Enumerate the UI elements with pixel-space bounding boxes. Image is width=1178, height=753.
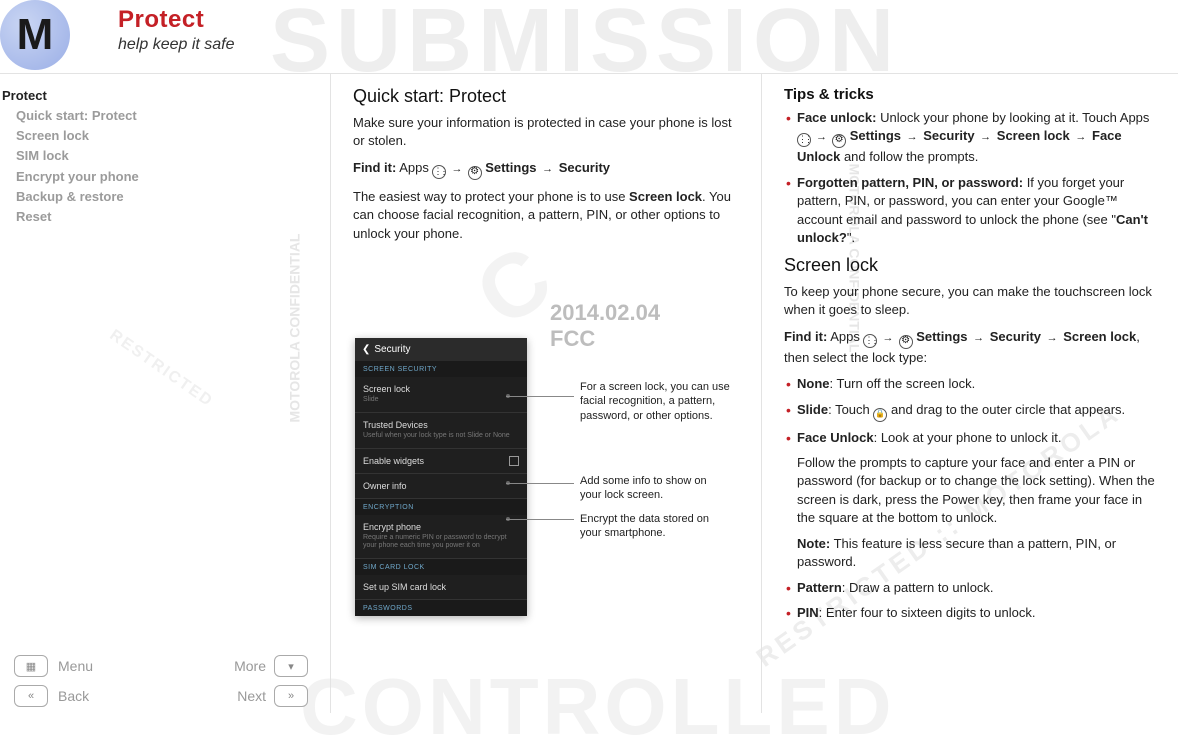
next-button[interactable]: » bbox=[274, 685, 308, 707]
findit-label: Find it: bbox=[353, 160, 396, 175]
tip-face-unlock: Face unlock: Unlock your phone by lookin… bbox=[784, 109, 1156, 167]
findit-security: Security bbox=[555, 160, 610, 175]
text-bold: Screen lock bbox=[629, 189, 702, 204]
text-bold: None bbox=[797, 376, 830, 391]
more-button[interactable]: ▾ bbox=[274, 655, 308, 677]
tips-list: Face unlock: Unlock your phone by lookin… bbox=[784, 109, 1156, 248]
locktype-list: None: Turn off the screen lock. Slide: T… bbox=[784, 375, 1156, 447]
findit-apps-label: Apps bbox=[396, 160, 432, 175]
arrow-icon: → bbox=[1073, 131, 1088, 143]
text: The easiest way to protect your phone is… bbox=[353, 189, 629, 204]
text-bold: Face Unlock bbox=[797, 430, 874, 445]
page-subtitle: help keep it safe bbox=[118, 36, 1178, 54]
menu-button[interactable]: ▦ bbox=[14, 655, 48, 677]
para-screenlock-findit: Find it: Apps → Settings → Security → Sc… bbox=[784, 328, 1156, 367]
gear-icon bbox=[832, 134, 846, 148]
findit-settings: Settings bbox=[482, 160, 541, 175]
text: : Look at your phone to unlock it. bbox=[874, 430, 1062, 445]
para-findit: Find it: Apps → Settings → Security bbox=[353, 159, 739, 180]
toc-item-backup[interactable]: Backup & restore bbox=[2, 187, 320, 207]
arrow-icon: → bbox=[905, 131, 920, 143]
gear-icon bbox=[899, 335, 913, 349]
page-header: M Protect help keep it safe bbox=[0, 0, 1178, 74]
bottom-nav: ▦ Menu More ▾ « Back Next » bbox=[0, 655, 330, 707]
text-bold: PIN bbox=[797, 605, 819, 620]
text: and follow the prompts. bbox=[840, 149, 978, 164]
text: ". bbox=[847, 230, 855, 245]
text-bold: Pattern bbox=[797, 580, 842, 595]
apps-icon bbox=[432, 165, 446, 179]
locktype-none: None: Turn off the screen lock. bbox=[784, 375, 1156, 393]
back-label: Back bbox=[58, 688, 164, 704]
more-label: More bbox=[166, 658, 272, 674]
locktype-list-2: Pattern: Draw a pattern to unlock. PIN: … bbox=[784, 579, 1156, 623]
main-column-right: Tips & tricks Face unlock: Unlock your p… bbox=[762, 74, 1178, 713]
tip-forgotten: Forgotten pattern, PIN, or password: If … bbox=[784, 174, 1156, 248]
menu-label: Menu bbox=[58, 658, 164, 674]
toc-item-screenlock[interactable]: Screen lock bbox=[2, 126, 320, 146]
toc-item-simlock[interactable]: SIM lock bbox=[2, 146, 320, 166]
arrow-icon: → bbox=[811, 131, 832, 143]
apps-icon bbox=[863, 334, 877, 348]
page-title: Protect bbox=[118, 6, 1178, 34]
arrow-icon: → bbox=[540, 163, 555, 175]
para-intro: Make sure your information is protected … bbox=[353, 114, 739, 151]
locktype-slide: Slide: Touch and drag to the outer circl… bbox=[784, 401, 1156, 422]
text-bold: Forgotten pattern, PIN, or password: bbox=[797, 175, 1023, 190]
text-bold: Screen lock bbox=[1060, 329, 1137, 344]
arrow-icon: → bbox=[446, 163, 467, 175]
toc-item-protect[interactable]: Protect bbox=[2, 86, 320, 106]
para-screenlock: The easiest way to protect your phone is… bbox=[353, 188, 739, 243]
text: : Touch bbox=[828, 402, 873, 417]
text-bold: Security bbox=[986, 329, 1045, 344]
para-screenlock-intro: To keep your phone secure, you can make … bbox=[784, 283, 1156, 320]
next-label: Next bbox=[166, 688, 272, 704]
text: and drag to the outer circle that appear… bbox=[887, 402, 1125, 417]
text-bold: Face unlock: bbox=[797, 110, 876, 125]
heading-screenlock: Screen lock bbox=[784, 255, 1156, 276]
arrow-icon: → bbox=[1045, 332, 1060, 344]
text: Unlock your phone by looking at it. Touc… bbox=[876, 110, 1149, 125]
toc-item-encrypt[interactable]: Encrypt your phone bbox=[2, 167, 320, 187]
motorola-logo-m: M bbox=[17, 10, 54, 60]
findit-label: Find it: bbox=[784, 329, 827, 344]
text-bold: Settings bbox=[846, 128, 905, 143]
text: This feature is less secure than a patte… bbox=[797, 536, 1116, 569]
arrow-icon: → bbox=[971, 332, 986, 344]
locktype-face-detail: Follow the prompts to capture your face … bbox=[784, 454, 1156, 528]
toc-item-quickstart[interactable]: Quick start: Protect bbox=[2, 106, 320, 126]
text-bold: Security bbox=[920, 128, 979, 143]
back-button[interactable]: « bbox=[14, 685, 48, 707]
text-bold: Screen lock bbox=[993, 128, 1073, 143]
gear-icon bbox=[468, 166, 482, 180]
locktype-pattern: Pattern: Draw a pattern to unlock. bbox=[784, 579, 1156, 597]
text-bold: Settings bbox=[913, 329, 972, 344]
text: : Turn off the screen lock. bbox=[830, 376, 976, 391]
arrow-icon: → bbox=[877, 332, 898, 344]
text: : Enter four to sixteen digits to unlock… bbox=[819, 605, 1036, 620]
locktype-face-note: Note: This feature is less secure than a… bbox=[784, 535, 1156, 572]
text: Apps bbox=[827, 329, 863, 344]
arrow-icon: → bbox=[978, 131, 993, 143]
locktype-face: Face Unlock: Look at your phone to unloc… bbox=[784, 429, 1156, 447]
text: : Draw a pattern to unlock. bbox=[842, 580, 994, 595]
text-bold: Note: bbox=[797, 536, 830, 551]
heading-tips: Tips & tricks bbox=[784, 86, 1156, 103]
text-bold: Slide bbox=[797, 402, 828, 417]
apps-icon bbox=[797, 133, 811, 147]
lock-icon bbox=[873, 408, 887, 422]
heading-quickstart: Quick start: Protect bbox=[353, 86, 739, 107]
locktype-pin: PIN: Enter four to sixteen digits to unl… bbox=[784, 604, 1156, 622]
main-column-left: Quick start: Protect Make sure your info… bbox=[330, 74, 762, 713]
toc-item-reset[interactable]: Reset bbox=[2, 207, 320, 227]
toc-sidebar: Protect Quick start: Protect Screen lock… bbox=[0, 74, 330, 713]
motorola-logo: M bbox=[0, 0, 70, 70]
